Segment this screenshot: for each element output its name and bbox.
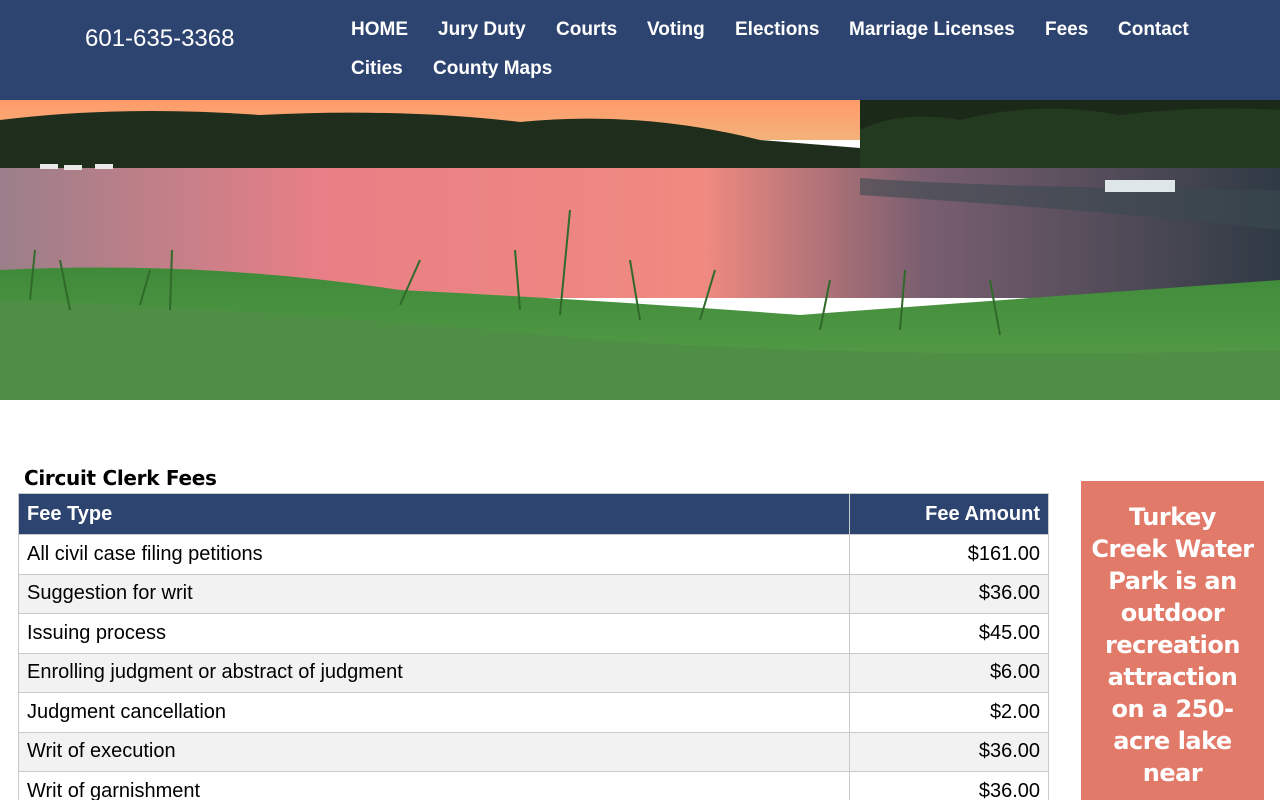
nav-marriage-licenses[interactable]: Marriage Licenses	[849, 19, 1015, 41]
column-header-fee-type: Fee Type	[18, 493, 850, 535]
table-row: Issuing process $45.00	[18, 613, 1049, 654]
promo-text: Turkey Creek Water Park is an outdoor re…	[1091, 503, 1254, 787]
table-row: Judgment cancellation $2.00	[18, 692, 1049, 733]
nav-courts[interactable]: Courts	[556, 19, 617, 41]
fees-section-title: Circuit Clerk Fees	[24, 466, 217, 490]
nav-home[interactable]: HOME	[351, 19, 408, 41]
fee-type-cell: Suggestion for writ	[18, 573, 850, 614]
table-header-row: Fee Type Fee Amount	[18, 493, 1049, 535]
table-row: Writ of garnishment $36.00	[18, 771, 1049, 800]
fee-type-cell: All civil case filing petitions	[18, 534, 850, 575]
nav-voting[interactable]: Voting	[647, 19, 705, 41]
table-row: Suggestion for writ $36.00	[18, 573, 1049, 614]
fee-amount-cell: $36.00	[849, 731, 1049, 772]
fees-table: Fee Type Fee Amount All civil case filin…	[18, 493, 1049, 800]
table-row: Enrolling judgment or abstract of judgme…	[18, 652, 1049, 693]
fee-amount-cell: $2.00	[849, 692, 1049, 733]
nav-county-maps[interactable]: County Maps	[433, 58, 552, 80]
fee-amount-cell: $161.00	[849, 534, 1049, 575]
hero-lake-sunset-image	[0, 100, 1280, 400]
nav-elections[interactable]: Elections	[735, 19, 819, 41]
fee-type-cell: Judgment cancellation	[18, 692, 850, 733]
nav-jury-duty[interactable]: Jury Duty	[438, 19, 526, 41]
fee-amount-cell: $6.00	[849, 652, 1049, 693]
nav-cities[interactable]: Cities	[351, 58, 403, 80]
fee-type-cell: Writ of execution	[18, 731, 850, 772]
turkey-creek-promo-box: Turkey Creek Water Park is an outdoor re…	[1081, 481, 1264, 800]
nav-contact[interactable]: Contact	[1118, 19, 1189, 41]
table-row: Writ of execution $36.00	[18, 731, 1049, 772]
fee-amount-cell: $45.00	[849, 613, 1049, 654]
fee-amount-cell: $36.00	[849, 771, 1049, 800]
fee-type-cell: Issuing process	[18, 613, 850, 654]
column-header-fee-amount: Fee Amount	[849, 493, 1049, 535]
nav-fees[interactable]: Fees	[1045, 19, 1088, 41]
fee-amount-cell: $36.00	[849, 573, 1049, 614]
site-header: 601-635-3368 HOME Jury Duty Courts Votin…	[0, 0, 1280, 100]
lake-sunset-illustration	[0, 100, 1280, 400]
fee-type-cell: Enrolling judgment or abstract of judgme…	[18, 652, 850, 693]
table-row: All civil case filing petitions $161.00	[18, 534, 1049, 575]
fee-type-cell: Writ of garnishment	[18, 771, 850, 800]
main-nav: HOME Jury Duty Courts Voting Elections M…	[0, 0, 1280, 100]
